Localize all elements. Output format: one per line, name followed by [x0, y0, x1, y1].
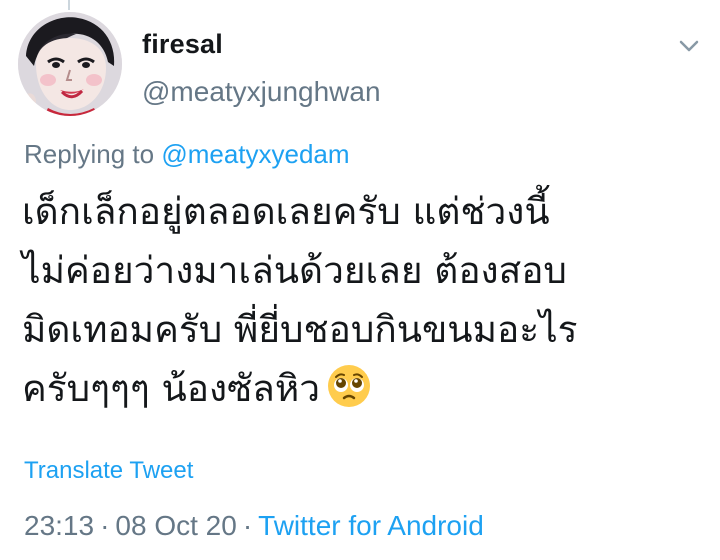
avatar-image	[18, 12, 122, 116]
meta-separator: ·	[242, 510, 253, 541]
tweet-time[interactable]: 23:13	[24, 510, 94, 541]
thread-connector	[68, 0, 70, 10]
replying-to: Replying to @meatyxyedam	[24, 136, 350, 172]
tweet-text-line: มิดเทอมครับ พี่ยี่บชอบกินขนมอะไร	[22, 308, 578, 351]
tweet: firesal @meatyxjunghwan Replying to @mea…	[0, 0, 720, 560]
tweet-text: เด็กเล็กอยู่ตลอดเลยครับ แต่ช่วงนี้ ไม่ค่…	[22, 182, 702, 418]
avatar[interactable]	[18, 12, 122, 116]
reply-mention-link[interactable]: @meatyxyedam	[161, 139, 349, 169]
tweet-text-line: ครับๆๆๆ น้องซัลหิว	[22, 367, 321, 410]
tweet-text-last-line: ครับๆๆๆ น้องซัลหิว	[22, 359, 702, 418]
meta-separator: ·	[100, 510, 110, 541]
pleading-face-emoji-icon	[326, 363, 372, 409]
replying-to-label: Replying to	[24, 139, 162, 169]
author-block: firesal @meatyxjunghwan	[142, 26, 381, 112]
translate-tweet-link[interactable]: Translate Tweet	[24, 454, 193, 488]
chevron-down-icon[interactable]	[676, 36, 702, 56]
tweet-text-line: เด็กเล็กอยู่ตลอดเลยครับ แต่ช่วงนี้	[22, 190, 550, 233]
tweet-date[interactable]: 08 Oct 20	[115, 510, 236, 541]
tweet-meta: 23:13 · 08 Oct 20 · Twitter for Android	[24, 506, 484, 546]
display-name[interactable]: firesal	[142, 26, 381, 62]
user-handle[interactable]: @meatyxjunghwan	[142, 72, 381, 112]
tweet-text-line: ไม่ค่อยว่างมาเล่นด้วยเลย ต้องสอบ	[22, 249, 567, 292]
tweet-source-link[interactable]: Twitter for Android	[258, 510, 484, 541]
